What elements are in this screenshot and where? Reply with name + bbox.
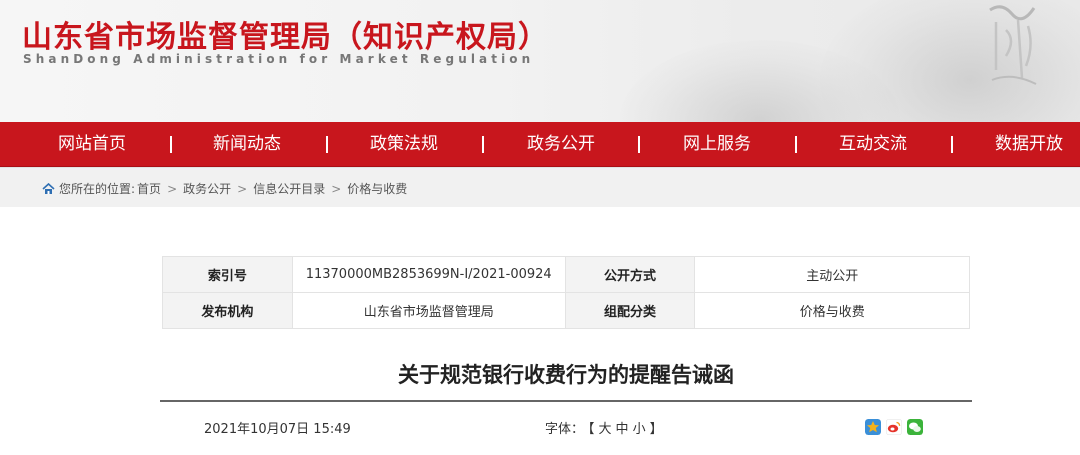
index-number-value: 11370000MB2853699N-I/2021-00924 (291, 256, 566, 293)
title-divider (160, 400, 972, 402)
nav-divider (795, 136, 797, 153)
font-size-small-button[interactable]: 小 (633, 422, 646, 437)
breadcrumb-separator: > (331, 181, 342, 196)
publish-mode-value: 主动公开 (694, 256, 970, 293)
font-size-bracket-open: 【 (588, 422, 595, 437)
font-size-switcher: 字体：【大中小】 (543, 418, 665, 437)
nav-item-gov-affairs[interactable]: 政务公开 (527, 122, 595, 167)
category-value: 价格与收费 (694, 292, 970, 329)
wechat-share-icon[interactable] (907, 419, 923, 435)
table-row: 索引号 11370000MB2853699N-I/2021-00924 公开方式… (162, 256, 970, 293)
nav-divider (638, 136, 640, 153)
nav-item-home[interactable]: 网站首页 (58, 122, 126, 167)
nav-item-interaction[interactable]: 互动交流 (839, 122, 907, 167)
document-metadata-table: 索引号 11370000MB2853699N-I/2021-00924 公开方式… (162, 256, 970, 329)
breadcrumb: 您所在的位置: 首页 > 政务公开 > 信息公开目录 > 价格与收费 (42, 180, 407, 197)
site-banner: 山东省市场监督管理局（知识产权局） ShanDong Administratio… (0, 0, 1080, 122)
article-title: 关于规范银行收费行为的提醒告诫函 (398, 363, 734, 387)
article-date: 2021年10月07日 15:49 (204, 422, 351, 437)
breadcrumb-prefix: 您所在的位置: (59, 182, 136, 196)
main-nav: 网站首页 新闻动态 政策法规 政务公开 网上服务 互动交流 数据开放 (0, 122, 1080, 167)
nav-divider (170, 136, 172, 153)
site-title[interactable]: 山东省市场监督管理局（知识产权局） (22, 12, 549, 56)
breadcrumb-separator: > (237, 181, 248, 196)
nav-divider (482, 136, 484, 153)
nav-item-policy[interactable]: 政策法规 (370, 122, 438, 167)
nav-divider (951, 136, 953, 153)
publish-mode-label: 公开方式 (564, 256, 696, 293)
weibo-share-icon[interactable] (886, 419, 902, 435)
font-size-large-button[interactable]: 大 (599, 422, 612, 437)
font-size-bracket-close: 】 (649, 422, 663, 437)
nav-divider (326, 136, 328, 153)
issuer-label: 发布机构 (162, 292, 293, 329)
table-row: 发布机构 山东省市场监督管理局 组配分类 价格与收费 (162, 292, 970, 329)
breadcrumb-bar: 您所在的位置: 首页 > 政务公开 > 信息公开目录 > 价格与收费 (0, 167, 1080, 207)
calligraphy-seal-decoration (989, 5, 1037, 85)
breadcrumb-item-info-catalog[interactable]: 信息公开目录 (253, 180, 325, 197)
site-subtitle-en: ShanDong Administration for Market Regul… (23, 52, 535, 66)
nav-item-online-services[interactable]: 网上服务 (683, 122, 751, 167)
font-size-label: 字体： (545, 422, 585, 437)
home-icon (42, 182, 55, 194)
nav-item-open-data[interactable]: 数据开放 (995, 122, 1063, 167)
breadcrumb-item-gov-affairs[interactable]: 政务公开 (183, 180, 231, 197)
breadcrumb-item-price-fees[interactable]: 价格与收费 (347, 180, 407, 197)
category-label: 组配分类 (564, 292, 696, 329)
issuer-value: 山东省市场监督管理局 (291, 292, 566, 329)
qzone-share-icon[interactable] (865, 419, 881, 435)
nav-item-news[interactable]: 新闻动态 (213, 122, 281, 167)
index-number-label: 索引号 (162, 256, 293, 293)
breadcrumb-item-home[interactable]: 首页 (137, 180, 161, 197)
font-size-medium-button[interactable]: 中 (616, 422, 629, 437)
breadcrumb-separator: > (167, 181, 178, 196)
